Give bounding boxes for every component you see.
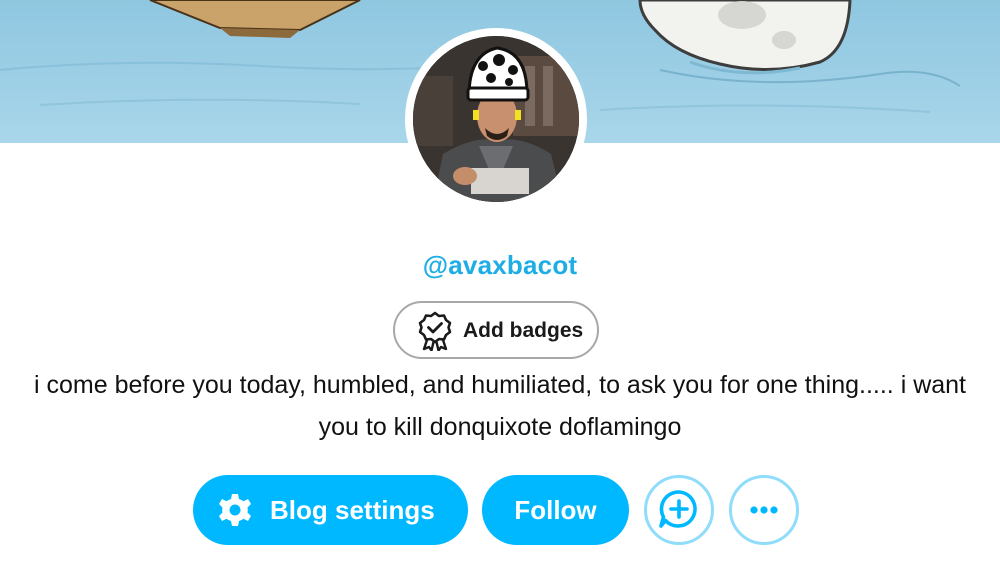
badge-ribbon-icon — [417, 311, 453, 352]
blog-description: i come before you today, humbled, and hu… — [33, 371, 967, 441]
blog-username[interactable]: @avaxbacot — [0, 250, 1000, 281]
follow-label: Follow — [514, 495, 597, 525]
blog-settings-button[interactable]: Blog settings — [193, 475, 468, 545]
gear-icon — [217, 492, 253, 528]
blog-profile-page: @avaxbacot Add badges i come before you … — [0, 0, 1000, 574]
ellipsis-icon — [750, 506, 778, 514]
ask-button[interactable] — [644, 475, 714, 545]
avatar-image — [413, 36, 579, 202]
chat-plus-icon — [659, 490, 697, 528]
blog-settings-label: Blog settings — [270, 495, 435, 525]
more-options-button[interactable] — [729, 475, 799, 545]
follow-button[interactable]: Follow — [482, 475, 629, 545]
avatar[interactable] — [413, 36, 579, 202]
add-badges-button[interactable]: Add badges — [393, 301, 599, 359]
add-badges-label: Add badges — [463, 319, 584, 342]
